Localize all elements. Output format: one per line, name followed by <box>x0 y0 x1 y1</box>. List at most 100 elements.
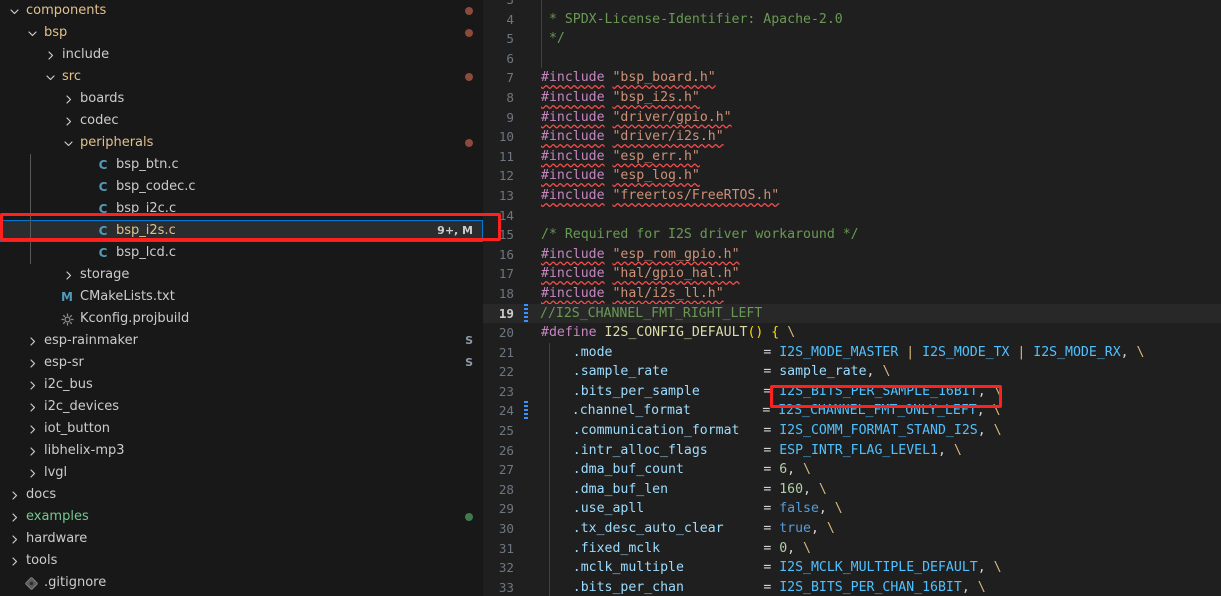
explorer-item-hardware[interactable]: hardware <box>0 528 483 550</box>
code-line[interactable]: 24 .channel_format = I2S_CHANNEL_FMT_ONL… <box>483 401 1221 422</box>
code-line[interactable]: 23 .bits_per_sample = I2S_BITS_PER_SAMPL… <box>483 382 1221 402</box>
code-token: | <box>1009 344 1034 360</box>
chevron-down-icon[interactable] <box>60 132 76 154</box>
code-line[interactable]: 28 .dma_buf_len = 160, \ <box>483 480 1221 500</box>
explorer-item-bsp-i2c-c[interactable]: Cbsp_i2c.c <box>0 198 483 220</box>
explorer-item-components[interactable]: components <box>0 0 483 22</box>
code-line[interactable]: 13 #include "freertos/FreeRTOS.h" <box>483 186 1221 206</box>
code-line[interactable]: 8 #include "bsp_i2s.h" <box>483 88 1221 108</box>
explorer-item-selected[interactable]: Cbsp_i2s.c 9+, M <box>0 220 483 242</box>
code-token: \ <box>882 364 891 380</box>
chevron-right-icon[interactable] <box>6 528 22 550</box>
explorer-item-boards[interactable]: boards <box>0 88 483 110</box>
code-line[interactable]: 10 #include "driver/i2s.h" <box>483 127 1221 147</box>
explorer-item-libhelix-mp3[interactable]: libhelix-mp3 <box>0 440 483 462</box>
chevron-down-icon[interactable] <box>42 66 58 88</box>
chevron-down-icon[interactable] <box>24 22 40 44</box>
code-token: I2S_MODE_TX <box>922 344 1010 360</box>
code-line[interactable]: 21 .mode = I2S_MODE_MASTER | I2S_MODE_TX… <box>483 343 1221 363</box>
explorer-item-src[interactable]: src <box>0 66 483 88</box>
code-line[interactable]: 9 #include "driver/gpio.h" <box>483 108 1221 128</box>
code-token: , <box>976 403 993 419</box>
code-line[interactable]: 22 .sample_rate = sample_rate, \ <box>483 362 1221 382</box>
explorer-item-lvgl[interactable]: lvgl <box>0 462 483 484</box>
explorer-item-cmakelists-txt[interactable]: M CMakeLists.txt <box>0 286 483 308</box>
explorer-item-examples[interactable]: examples <box>0 506 483 528</box>
explorer-item-include[interactable]: include <box>0 44 483 66</box>
explorer-item-label: i2c_devices <box>44 399 120 414</box>
explorer-item-bsp-codec-c[interactable]: Cbsp_codec.c <box>0 176 483 198</box>
code-line[interactable]: 30 .tx_desc_auto_clear = true, \ <box>483 519 1221 539</box>
chevron-right-icon[interactable] <box>60 88 76 110</box>
code-line-text: .mclk_multiple = I2S_MCLK_MULTIPLE_DEFAU… <box>529 558 1221 578</box>
code-line[interactable]: 27 .dma_buf_count = 6, \ <box>483 460 1221 480</box>
explorer-item-bsp[interactable]: bsp <box>0 22 483 44</box>
code-line[interactable]: 7 #include "bsp_board.h" <box>483 68 1221 88</box>
code-line[interactable]: 16 #include "esp_rom_gpio.h" <box>483 245 1221 265</box>
code-token: #include <box>541 129 605 145</box>
chevron-right-icon[interactable] <box>24 330 40 352</box>
code-line[interactable]: 3 <box>483 0 1221 10</box>
explorer-item--gitignore[interactable]: .gitignore <box>0 572 483 594</box>
code-line[interactable]: 32 .mclk_multiple = I2S_MCLK_MULTIPLE_DE… <box>483 558 1221 578</box>
chevron-right-icon[interactable] <box>24 462 40 484</box>
explorer-sidebar[interactable]: components bsp include src boards codec periph… <box>0 0 483 596</box>
code-line-active[interactable]: 19 //I2S_CHANNEL_FMT_RIGHT_LEFT <box>483 303 1221 324</box>
code-line[interactable]: 11 #include "esp_err.h" <box>483 147 1221 167</box>
explorer-item-label: lvgl <box>44 465 68 480</box>
code-line-text: #include "driver/gpio.h" <box>529 108 1221 128</box>
explorer-item-bsp-btn-c[interactable]: Cbsp_btn.c <box>0 154 483 176</box>
code-editor[interactable]: 34 * SPDX-License-Identifier: Apache-2.0… <box>483 0 1221 596</box>
explorer-item-iot-button[interactable]: iot_button <box>0 418 483 440</box>
chevron-right-icon[interactable] <box>24 396 40 418</box>
explorer-item-i2c-devices[interactable]: i2c_devices <box>0 396 483 418</box>
chevron-right-icon[interactable] <box>24 374 40 396</box>
code-line[interactable]: 5 */ <box>483 29 1221 49</box>
code-line[interactable]: 29 .use_apll = false, \ <box>483 499 1221 519</box>
explorer-item-kconfig-projbuild[interactable]: Kconfig.projbuild <box>0 308 483 330</box>
code-token: () <box>747 325 764 341</box>
explorer-item-bsp-lcd-c[interactable]: Cbsp_lcd.c <box>0 242 483 264</box>
code-line[interactable]: 4 * SPDX-License-Identifier: Apache-2.0 <box>483 10 1221 30</box>
code-line[interactable]: 15 /* Required for I2S driver workaround … <box>483 225 1221 245</box>
explorer-item-tools[interactable]: tools <box>0 550 483 572</box>
code-line[interactable]: 25 .communication_format = I2S_COMM_FORM… <box>483 421 1221 441</box>
explorer-item-docs[interactable]: docs <box>0 484 483 506</box>
code-token: \ <box>803 540 811 556</box>
chevron-down-icon[interactable] <box>6 0 22 22</box>
code-line[interactable]: 12 #include "esp_log.h" <box>483 166 1221 186</box>
code-line[interactable]: 20 #define I2S_CONFIG_DEFAULT() { \ <box>483 323 1221 343</box>
code-line[interactable]: 17 #include "hal/gpio_hal.h" <box>483 264 1221 284</box>
chevron-right-icon[interactable] <box>6 506 22 528</box>
chevron-right-icon[interactable] <box>24 418 40 440</box>
chevron-right-icon[interactable] <box>60 264 76 286</box>
chevron-right-icon[interactable] <box>6 484 22 506</box>
line-number: 6 <box>506 50 514 66</box>
code-token: \ <box>818 481 827 497</box>
explorer-item-storage[interactable]: storage <box>0 264 483 286</box>
chevron-right-icon[interactable] <box>42 44 58 66</box>
chevron-right-icon[interactable] <box>60 110 76 132</box>
code-line[interactable]: 6 <box>483 49 1221 69</box>
chevron-right-icon[interactable] <box>24 352 40 374</box>
explorer-item-esp-sr[interactable]: esp-sr S <box>0 352 483 374</box>
explorer-item-codec[interactable]: codec <box>0 110 483 132</box>
code-token: "driver/gpio.h" <box>612 109 732 125</box>
code-token: .use_apll <box>541 501 764 517</box>
line-number: 3 <box>483 0 523 10</box>
code-line[interactable]: 31 .fixed_mclk = 0, \ <box>483 539 1221 559</box>
code-token: , <box>977 423 994 439</box>
explorer-item-i2c-bus[interactable]: i2c_bus <box>0 374 483 396</box>
chevron-right-icon[interactable] <box>24 440 40 462</box>
code-line[interactable]: 33 .bits_per_chan = I2S_BITS_PER_CHAN_16… <box>483 578 1221 596</box>
code-line[interactable]: 26 .intr_alloc_flags = ESP_INTR_FLAG_LEV… <box>483 441 1221 461</box>
code-token: | <box>898 344 923 360</box>
code-line[interactable]: 14 <box>483 206 1221 226</box>
explorer-item-peripherals[interactable]: peripherals <box>0 132 483 154</box>
code-line[interactable]: 18 #include "hal/i2s_ll.h" <box>483 284 1221 304</box>
code-token: 0 <box>779 540 788 556</box>
code-token: "hal/i2s_ll.h" <box>612 285 724 301</box>
chevron-right-icon[interactable] <box>6 550 22 572</box>
explorer-item-esp-rainmaker[interactable]: esp-rainmaker S <box>0 330 483 352</box>
